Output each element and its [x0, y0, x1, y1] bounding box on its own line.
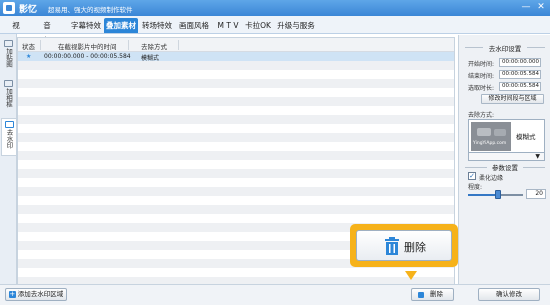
- tab-transition-effects[interactable]: 转场特效: [140, 18, 174, 33]
- column-header-status[interactable]: 状态: [22, 41, 35, 51]
- sidetab-label: 加贴图: [4, 48, 13, 68]
- blur-patch: [494, 129, 506, 136]
- tab-subtitle-effects[interactable]: 字幕特效: [69, 18, 103, 33]
- settings-panel: 去水印设置 开始时间: 00:00:00.000 结束时间: 00:00:05.…: [458, 35, 550, 285]
- modify-time-region-button[interactable]: 修改时间段与区域: [481, 94, 544, 104]
- degree-slider-fill: [468, 194, 499, 196]
- side-tabs: 加贴图 加相框 去水印: [0, 34, 17, 290]
- duration-label: 选取时长:: [468, 85, 495, 92]
- tab-video[interactable]: 视 频: [5, 18, 27, 45]
- column-divider: [128, 40, 129, 50]
- trash-icon: [385, 237, 399, 255]
- bottom-bar: + 添加去水印区域 删除 确认修改: [0, 284, 550, 305]
- add-button-label: 添加去水印区域: [17, 290, 64, 298]
- end-time-field[interactable]: 00:00:05.584: [499, 70, 541, 79]
- blur-preview-thumbnail: YingYiApp.com: [471, 122, 511, 151]
- minimize-button[interactable]: —: [520, 2, 532, 13]
- frame-icon: [4, 80, 13, 87]
- delete-button-label: 删除: [430, 290, 443, 298]
- column-divider: [40, 40, 41, 50]
- row-method: 模糊式: [141, 55, 160, 62]
- end-time-label: 结束时间:: [468, 73, 495, 80]
- sidetab-add-sticker[interactable]: 加贴图: [1, 38, 16, 72]
- status-star-icon: ★: [26, 53, 32, 60]
- tab-overlay-material[interactable]: 叠加素材: [104, 18, 138, 33]
- column-header-time[interactable]: 在截视影片中的时间: [58, 41, 117, 51]
- degree-slider-handle[interactable]: [495, 190, 502, 199]
- app-slogan: 超易用、强大的视频制作软件: [48, 6, 133, 14]
- tab-audio[interactable]: 音 频: [36, 18, 58, 45]
- sidetab-add-frame[interactable]: 加相框: [1, 78, 16, 112]
- callout-label: 删除: [404, 241, 426, 254]
- blur-patch: [477, 128, 491, 136]
- add-watermark-region-button[interactable]: + 添加去水印区域: [5, 288, 67, 301]
- duration-field[interactable]: 00:00:05.584: [499, 82, 541, 91]
- sidetab-label: 加相框: [4, 88, 13, 108]
- sticker-icon: [4, 40, 13, 47]
- confirm-modify-button[interactable]: 确认修改: [478, 288, 540, 301]
- soften-edges-checkbox[interactable]: ✓: [468, 172, 476, 180]
- sidetab-remove-watermark[interactable]: 去水印: [1, 118, 16, 156]
- table-row[interactable]: ★ 00:00:00.000 - 00:00:05.584 模糊式: [18, 52, 454, 62]
- degree-value-field[interactable]: 20: [526, 189, 546, 199]
- trash-icon: [418, 292, 424, 298]
- style-dropdown-arrow[interactable]: ▼: [468, 153, 545, 161]
- divider: [527, 47, 545, 48]
- plus-icon: +: [8, 289, 16, 298]
- callout-arrow-icon: [405, 271, 417, 280]
- start-time-label: 开始时间:: [468, 61, 495, 68]
- watermark-icon: [4, 121, 14, 128]
- tab-mtv[interactable]: M T V: [214, 18, 242, 33]
- tab-upgrade-service[interactable]: 升级与服务: [276, 18, 316, 33]
- app-logo-icon: [3, 2, 15, 14]
- chevron-down-icon: ▼: [535, 153, 540, 160]
- delete-callout: 删除: [350, 224, 458, 267]
- row-time: 00:00:00.000 - 00:00:05.584: [44, 53, 131, 60]
- style-label: 模糊式: [516, 133, 536, 141]
- column-header-method[interactable]: 去除方式: [141, 41, 167, 51]
- table-header: 状态 在截视影片中的时间 去除方式: [18, 38, 454, 52]
- column-divider: [178, 40, 179, 50]
- removal-style-selector[interactable]: YingYiApp.com 模糊式: [468, 119, 545, 153]
- close-button[interactable]: ✕: [535, 2, 547, 13]
- start-time-field[interactable]: 00:00:00.000: [499, 58, 541, 67]
- delete-button[interactable]: 删除: [411, 288, 454, 301]
- degree-label: 程度:: [468, 184, 483, 191]
- thumb-watermark-text: YingYiApp.com: [473, 141, 507, 146]
- menu-bar: 视 频 音 频 字幕特效 叠加素材 转场特效 画面风格 M T V 卡拉OK 升…: [0, 16, 550, 45]
- app-name: 影忆: [19, 5, 38, 15]
- tab-picture-style[interactable]: 画面风格: [176, 18, 212, 33]
- divider: [523, 167, 545, 168]
- removal-method-label: 去除方式:: [468, 112, 495, 119]
- soften-edges-label: 柔化边缘: [479, 175, 504, 182]
- section-title-watermark: 去水印设置: [488, 45, 522, 53]
- tab-karaoke[interactable]: 卡拉OK: [243, 18, 273, 33]
- callout-delete-button[interactable]: 删除: [356, 230, 452, 261]
- title-bar: 影忆 超易用、强大的视频制作软件 — ✕: [0, 0, 550, 16]
- sidetab-label: 去水印: [5, 129, 13, 149]
